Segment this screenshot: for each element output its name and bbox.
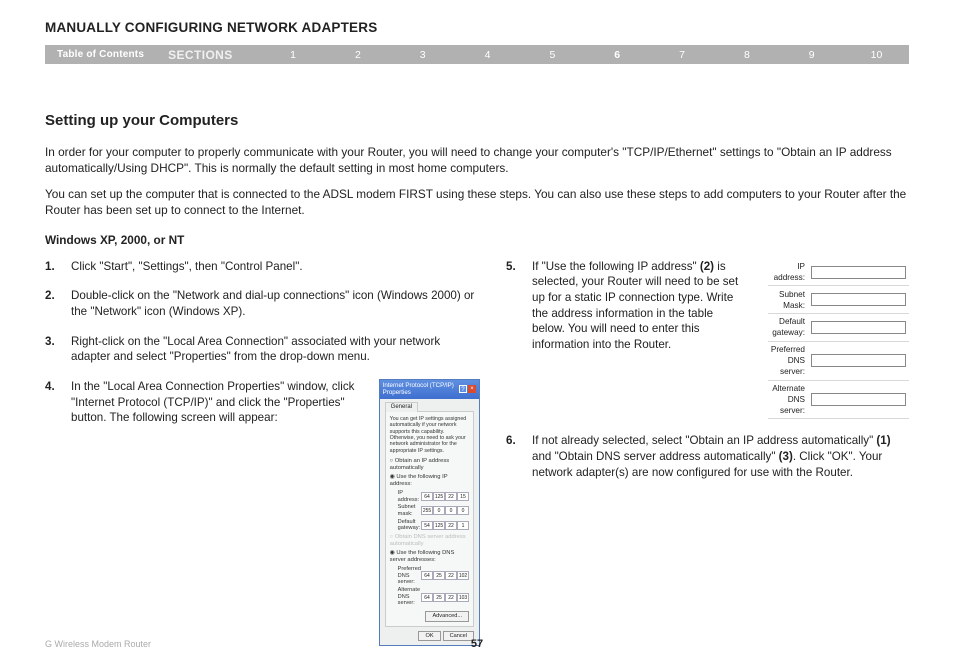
product-name: G Wireless Modem Router [45, 639, 333, 649]
nav-section-5[interactable]: 5 [520, 49, 585, 61]
table-field-ip [811, 266, 906, 279]
ip-address-label: IP address: [398, 490, 421, 503]
nav-section-1[interactable]: 1 [261, 49, 326, 61]
step-number: 4. [45, 379, 71, 647]
nav-section-8[interactable]: 8 [714, 49, 779, 61]
table-label-pref-dns: Preferred DNS server: [768, 341, 808, 380]
table-label-alt-dns: Alternate DNS server: [768, 380, 808, 419]
step-number: 1. [45, 259, 71, 275]
radio-use-following-dns: ◉ Use the following DNS server addresses… [390, 550, 469, 564]
intro-paragraph-1: In order for your computer to properly c… [45, 145, 909, 177]
nav-sections-label: SECTIONS [156, 48, 261, 62]
ip-address-table: IP address: Subnet Mask: Default gateway… [768, 259, 909, 420]
dialog-description: You can get IP settings assigned automat… [390, 416, 469, 454]
step-5: 5. If "Use the following IP address" (2)… [506, 259, 909, 420]
table-field-subnet [811, 293, 906, 306]
table-field-pref-dns [811, 354, 906, 367]
step-number: 6. [506, 433, 532, 480]
page-number: 57 [471, 638, 483, 650]
step-text: In the "Local Area Connection Properties… [71, 379, 367, 426]
page-title: MANUALLY CONFIGURING NETWORK ADAPTERS [45, 20, 909, 35]
pref-dns-label: Preferred DNS server: [398, 566, 421, 586]
help-icon: ? [459, 385, 467, 393]
dialog-tab-general: General [385, 402, 418, 412]
step-number: 2. [45, 288, 71, 319]
step-text: Right-click on the "Local Area Connectio… [71, 334, 480, 365]
close-icon: × [468, 385, 476, 393]
table-label-gateway: Default gateway: [768, 314, 808, 342]
step-number: 5. [506, 259, 532, 420]
table-field-alt-dns [811, 393, 906, 406]
step-text: Click "Start", "Settings", then "Control… [71, 259, 480, 275]
default-gateway-label: Default gateway: [398, 519, 421, 532]
nav-section-7[interactable]: 7 [650, 49, 715, 61]
intro-paragraph-2: You can set up the computer that is conn… [45, 187, 909, 219]
table-label-subnet: Subnet Mask: [768, 286, 808, 314]
alt-dns-label: Alternate DNS server: [398, 587, 421, 607]
section-title: Setting up your Computers [45, 112, 909, 129]
step-4: 4. In the "Local Area Connection Propert… [45, 379, 480, 647]
dialog-title: Internet Protocol (TCP/IP) Properties [383, 382, 459, 397]
step-text: If not already selected, select "Obtain … [532, 433, 909, 480]
step-1: 1. Click "Start", "Settings", then "Cont… [45, 259, 480, 275]
nav-section-3[interactable]: 3 [390, 49, 455, 61]
step-number: 3. [45, 334, 71, 365]
subnet-mask-label: Subnet mask: [398, 504, 421, 517]
nav-section-4[interactable]: 4 [455, 49, 520, 61]
radio-use-following-ip: ◉ Use the following IP address: [390, 474, 469, 488]
nav-section-2[interactable]: 2 [325, 49, 390, 61]
nav-section-6[interactable]: 6 [585, 49, 650, 61]
nav-toc-link[interactable]: Table of Contents [45, 49, 156, 60]
step-text: If "Use the following IP address" (2) is… [532, 259, 748, 353]
step-text: Double-click on the "Network and dial-up… [71, 288, 480, 319]
step-2: 2. Double-click on the "Network and dial… [45, 288, 480, 319]
page-footer: G Wireless Modem Router 57 [45, 638, 909, 650]
intro-text: In order for your computer to properly c… [45, 145, 909, 219]
radio-obtain-dns-auto: ○ Obtain DNS server address automaticall… [390, 534, 469, 548]
advanced-button: Advanced... [425, 611, 469, 622]
radio-obtain-ip-auto: ○ Obtain an IP address automatically [390, 458, 469, 472]
step-3: 3. Right-click on the "Local Area Connec… [45, 334, 480, 365]
os-subheading: Windows XP, 2000, or NT [45, 233, 909, 247]
section-nav-bar: Table of Contents SECTIONS 1 2 3 4 5 6 7… [45, 45, 909, 64]
table-field-gateway [811, 321, 906, 334]
table-label-ip: IP address: [768, 259, 808, 286]
tcpip-properties-dialog-image: Internet Protocol (TCP/IP) Properties ? … [379, 379, 480, 647]
nav-section-9[interactable]: 9 [779, 49, 844, 61]
nav-section-10[interactable]: 10 [844, 49, 909, 61]
step-6: 6. If not already selected, select "Obta… [506, 433, 909, 480]
